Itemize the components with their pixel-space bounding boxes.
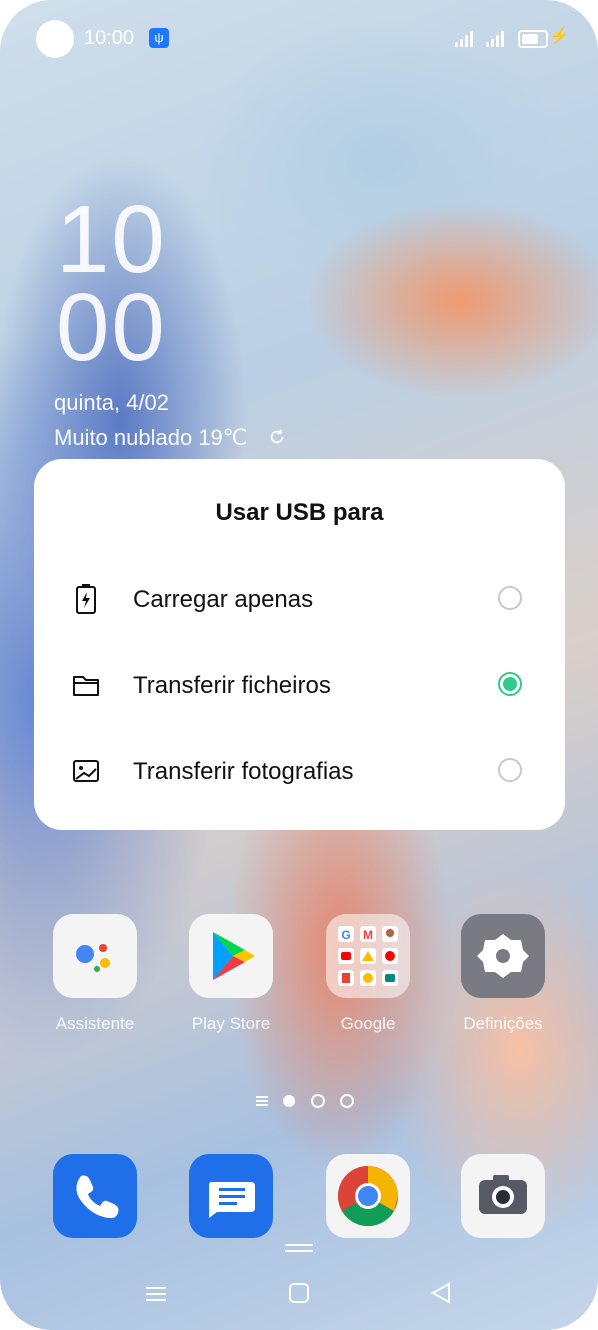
app-label: Definições: [463, 1014, 543, 1033]
app-label: Play Store: [191, 1014, 271, 1033]
option-transfer-files[interactable]: Transferir ficheiros: [34, 642, 565, 728]
page-dot[interactable]: [310, 1093, 325, 1108]
dialog-title: Usar USB para: [215, 499, 384, 526]
svg-text:M: M: [363, 928, 373, 942]
option-label: Transferir fotografias: [133, 758, 354, 785]
front-camera-cutout: [36, 20, 74, 58]
swipe-handle[interactable]: [285, 1244, 313, 1252]
page-indicator[interactable]: [256, 1092, 365, 1110]
refresh-icon[interactable]: [268, 428, 286, 446]
page-dot-active[interactable]: [283, 1094, 296, 1107]
date-text: quinta, 4/02: [54, 390, 169, 415]
signal-icon: [455, 29, 477, 47]
clock-minutes: 00: [56, 274, 167, 381]
clock-widget[interactable]: 10 00: [56, 186, 167, 381]
dock-phone[interactable]: [53, 1154, 137, 1238]
battery-charge-icon: [76, 584, 96, 614]
messages-icon: [189, 1154, 273, 1238]
folder-icon: [73, 676, 99, 696]
page-dot[interactable]: [340, 1093, 355, 1108]
usb-mode-dialog: Usar USB para Carregar apenas Transferir…: [34, 459, 565, 830]
play-store-icon: [189, 914, 273, 998]
assistant-icon: [53, 914, 137, 998]
chrome-icon: [326, 1154, 410, 1238]
radio-button[interactable]: [498, 758, 522, 782]
option-transfer-photos[interactable]: Transferir fotografias: [34, 728, 565, 814]
option-label: Transferir ficheiros: [133, 672, 331, 699]
phone-icon: [53, 1154, 137, 1238]
menu-lines-icon: [256, 1095, 268, 1106]
weather-text[interactable]: Muito nublado 19℃: [54, 425, 248, 451]
option-charge-only[interactable]: Carregar apenas: [34, 556, 565, 642]
dock-camera[interactable]: [461, 1154, 545, 1238]
app-label: Google: [340, 1014, 396, 1033]
app-assistente[interactable]: Assistente: [53, 914, 137, 1034]
dock-messages[interactable]: [189, 1154, 273, 1238]
option-label: Carregar apenas: [133, 586, 314, 613]
app-google-folder[interactable]: G M Google: [326, 914, 410, 1034]
navigation-bar: [0, 1272, 598, 1316]
clock-hours: 10: [56, 186, 167, 293]
home-square-icon[interactable]: [289, 1283, 309, 1303]
app-definicoes[interactable]: Definições: [461, 914, 545, 1034]
signal-icon: [486, 29, 508, 47]
battery-icon: [518, 30, 548, 48]
google-folder-icon: G M: [326, 914, 410, 998]
charging-bolt-icon: ⚡: [549, 28, 569, 45]
status-bar: 10:00 ψ ⚡: [0, 0, 598, 76]
back-triangle-icon[interactable]: [430, 1282, 452, 1304]
radio-button[interactable]: [498, 586, 522, 610]
settings-gear-icon: [461, 914, 545, 998]
radio-button-selected[interactable]: [498, 672, 522, 696]
app-label: Assistente: [55, 1014, 135, 1033]
dock-chrome[interactable]: [326, 1154, 410, 1238]
recents-menu-icon[interactable]: [146, 1284, 166, 1304]
phone-screen: 10:00 ψ ⚡ 10 00 quinta, 4/02 Muito nubla…: [0, 0, 598, 1330]
status-time: 10:00: [84, 27, 135, 49]
svg-text:G: G: [341, 928, 350, 942]
camera-icon: [461, 1154, 545, 1238]
image-icon: [73, 760, 99, 782]
usb-icon: ψ: [149, 28, 169, 48]
app-play-store[interactable]: Play Store: [189, 914, 273, 1034]
